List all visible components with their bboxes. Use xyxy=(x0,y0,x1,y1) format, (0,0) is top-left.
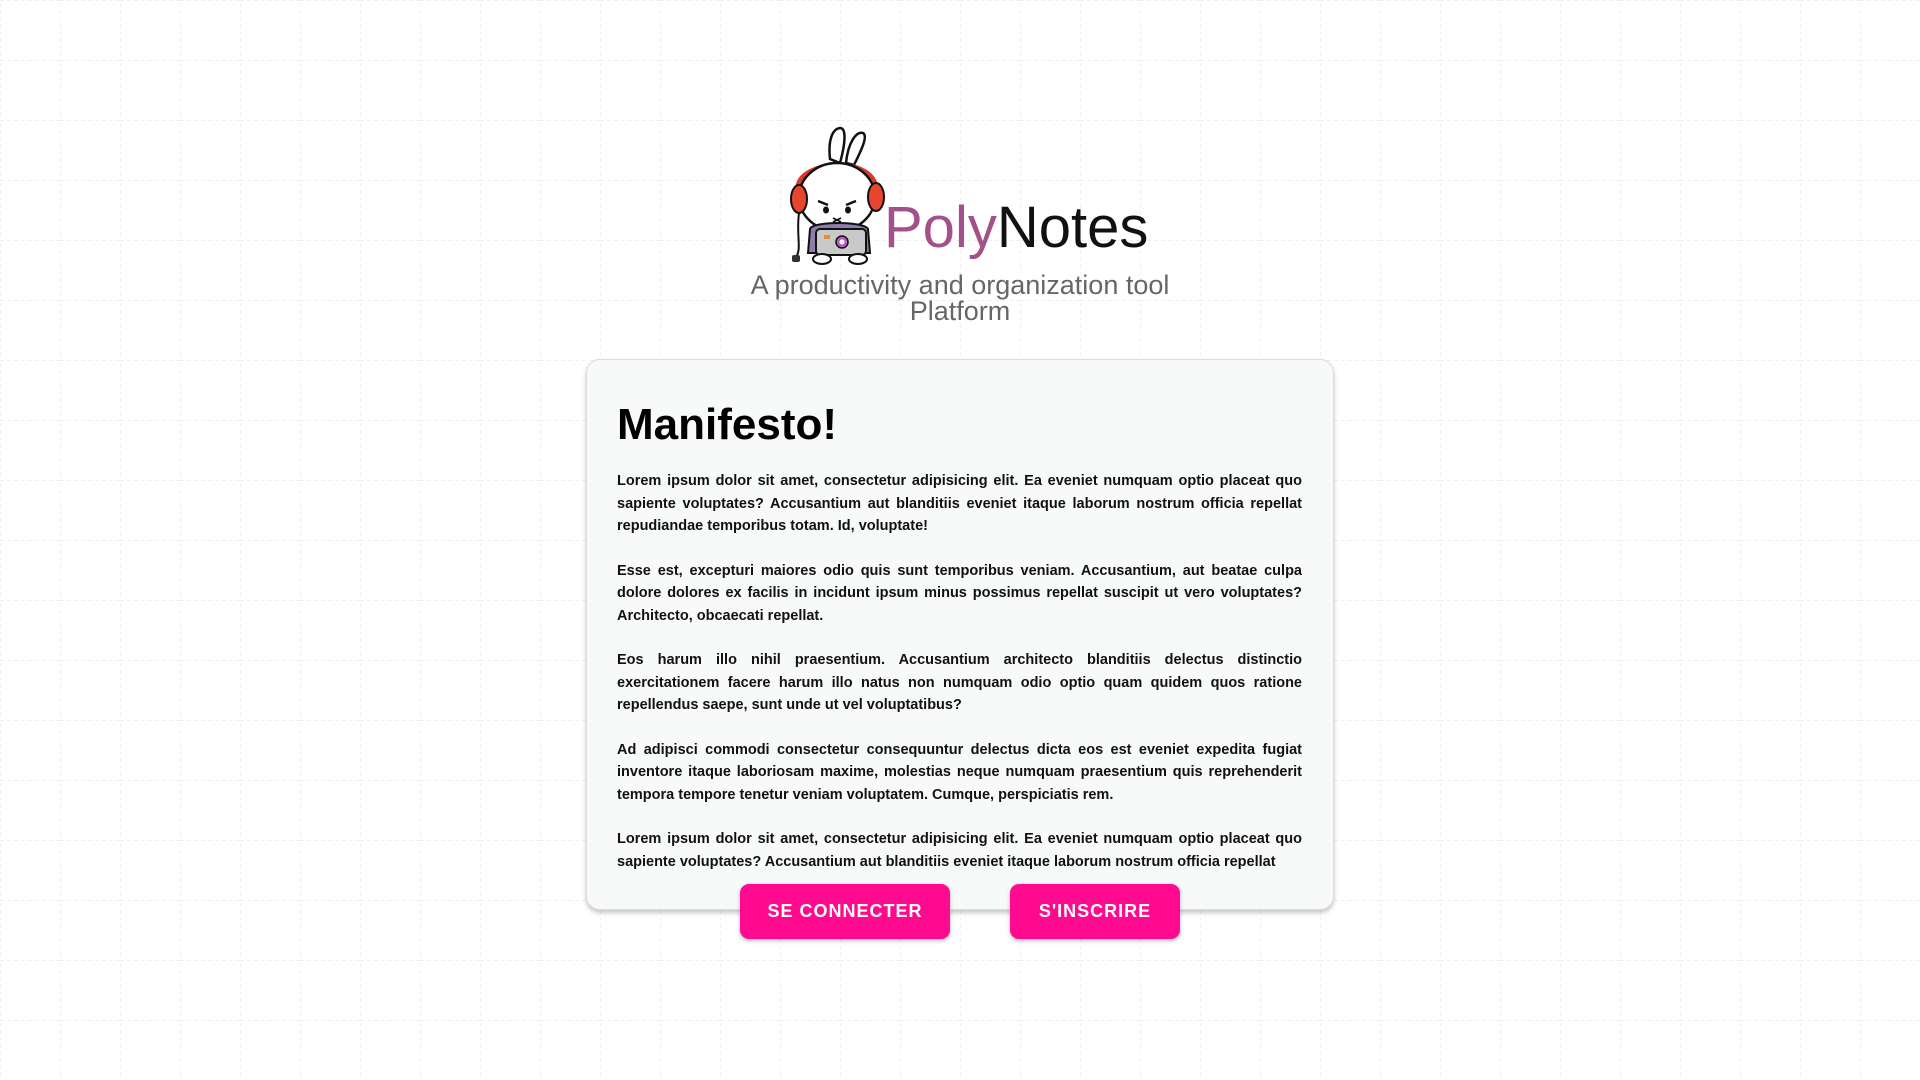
manifesto-paragraph: Lorem ipsum dolor sit amet, consectetur … xyxy=(617,831,1302,870)
rabbit-mascot-icon xyxy=(790,126,885,265)
signup-button[interactable]: S'INSCRIRE xyxy=(1010,884,1180,939)
manifesto-paragraph: Eos harum illo nihil praesentium. Accusa… xyxy=(617,652,1302,713)
manifesto-paragraph: Ad adipisci commodi consectetur consequu… xyxy=(617,741,1302,803)
brand-name-part1: Poly xyxy=(884,195,997,260)
manifesto-title: Manifesto! xyxy=(617,400,837,449)
tagline: A productivity and organization tool Pla… xyxy=(0,270,1920,326)
brand-name-part2: Notes xyxy=(996,195,1149,260)
tagline-text: A productivity and organization tool Pla… xyxy=(750,270,1170,326)
manifesto-card: Manifesto! Lorem ipsum dolor sit amet, c… xyxy=(586,359,1334,910)
login-button[interactable]: SE CONNECTER xyxy=(740,884,950,939)
manifesto-paragraph: Lorem ipsum dolor sit amet, consectetur … xyxy=(617,473,1302,534)
manifesto-paragraph: Esse est, excepturi maiores odio quis su… xyxy=(617,562,1302,624)
manifesto-body[interactable]: Lorem ipsum dolor sit amet, consectetur … xyxy=(617,470,1302,875)
logo: PolyNotes xyxy=(780,125,1180,265)
brand-name: PolyNotes xyxy=(884,199,1148,257)
